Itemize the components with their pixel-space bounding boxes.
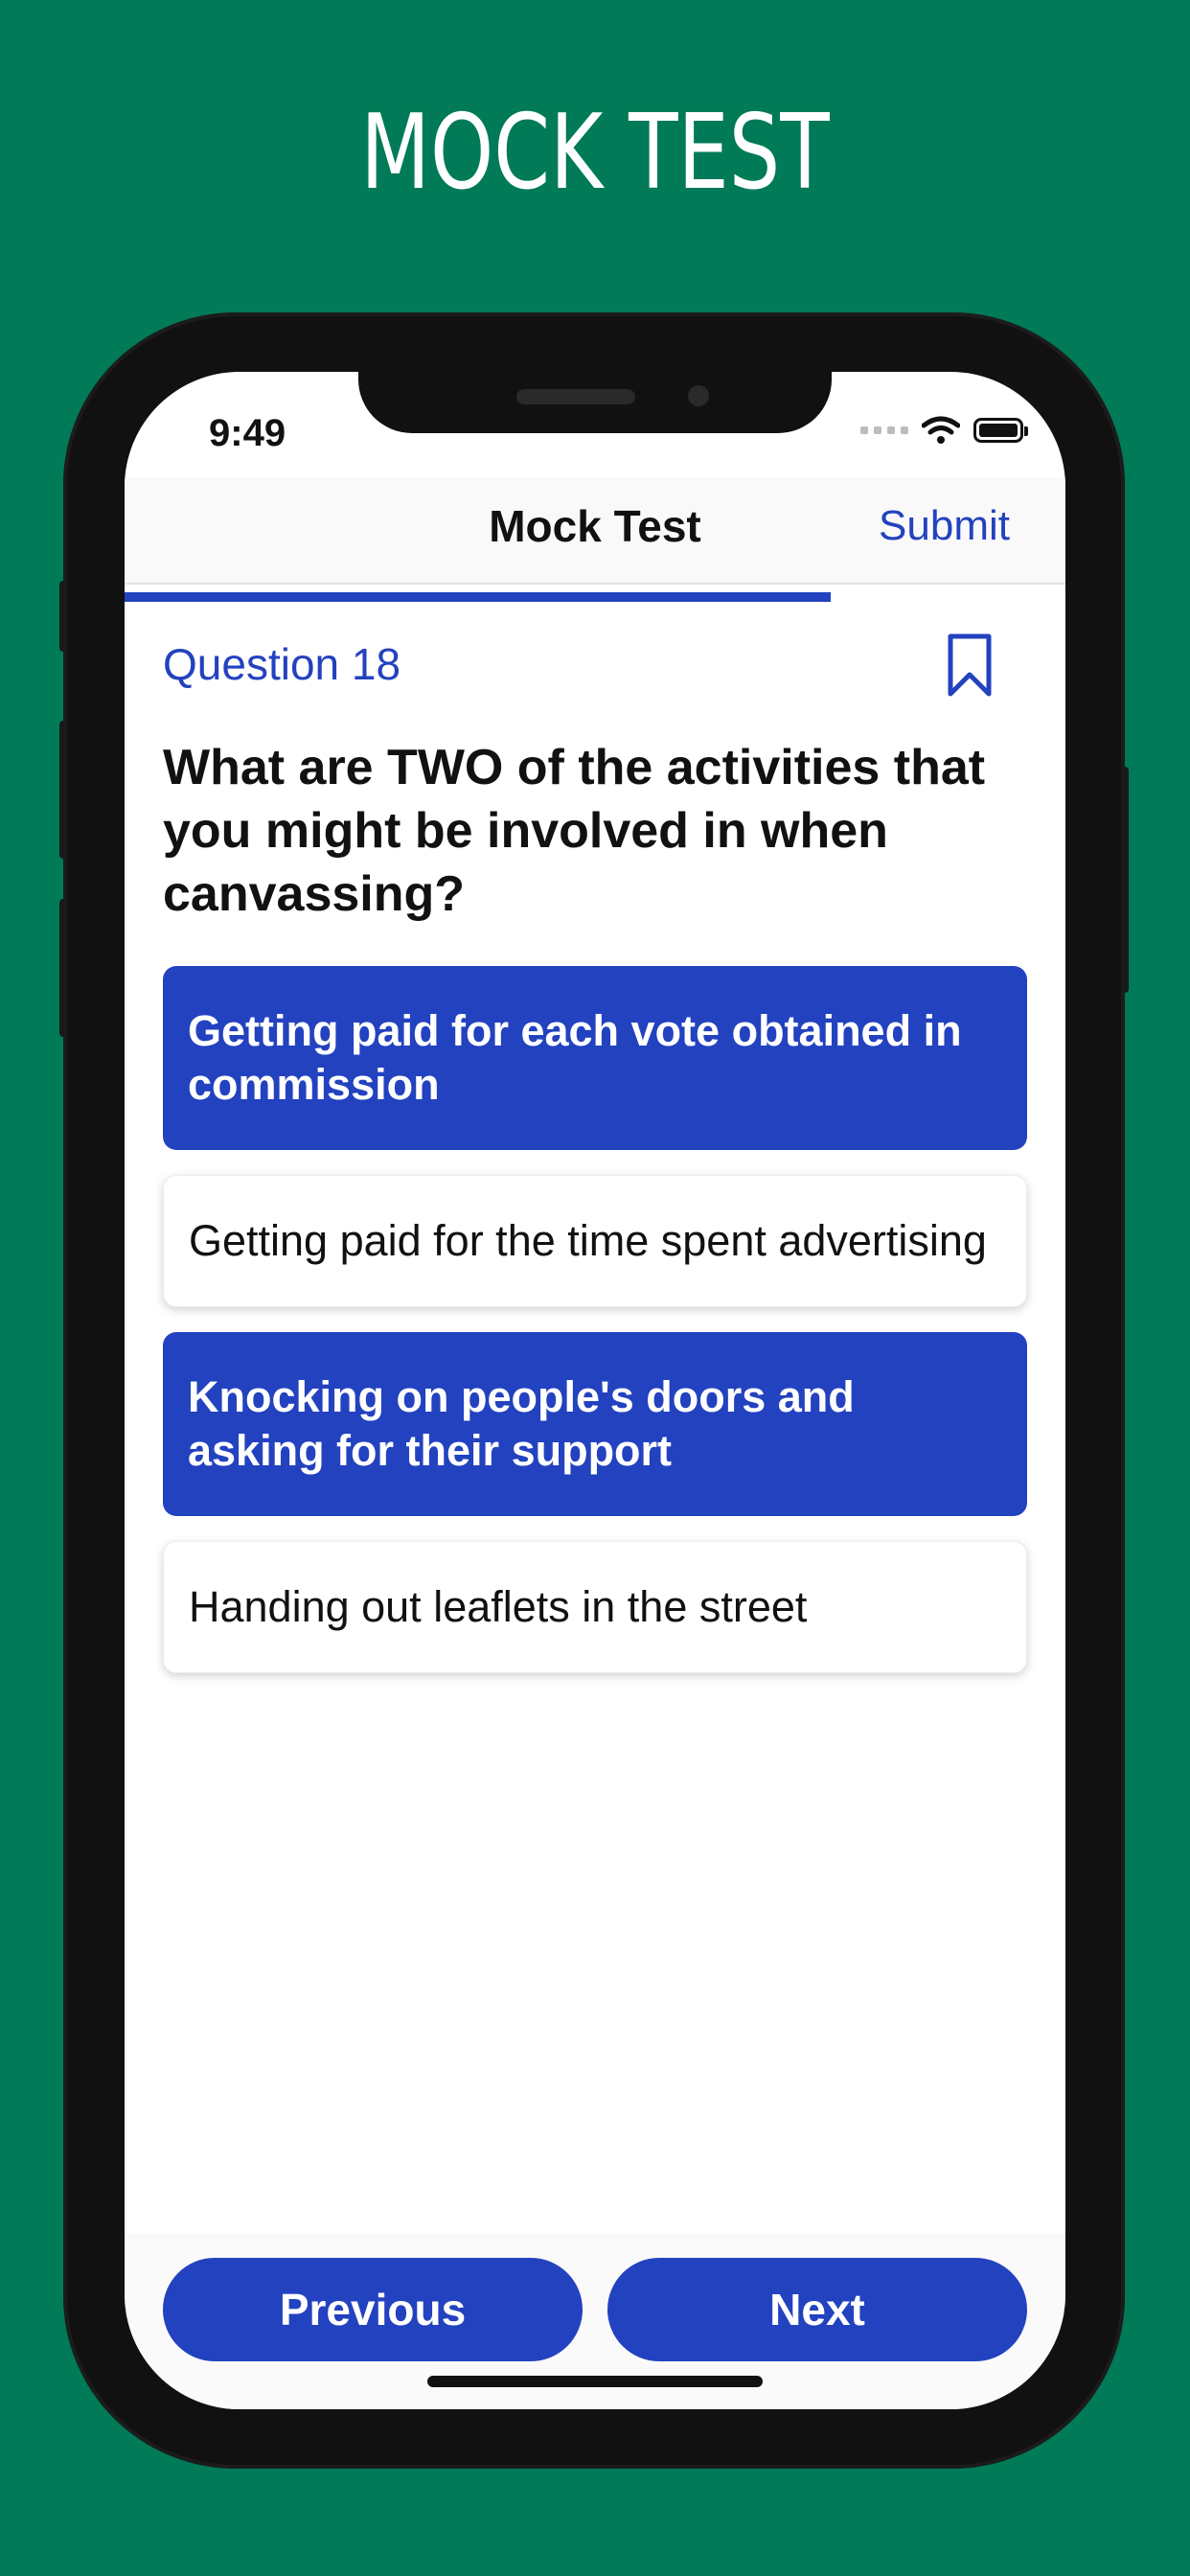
answer-options: Getting paid for each vote obtained in c…	[163, 966, 1027, 1698]
status-icons	[860, 416, 1028, 445]
status-time: 9:49	[209, 412, 286, 454]
answer-option[interactable]: Handing out leaflets in the street	[163, 1541, 1027, 1673]
progress-fill	[125, 592, 831, 602]
front-camera	[688, 385, 709, 406]
mute-switch	[59, 581, 67, 652]
volume-down-button	[59, 899, 67, 1037]
previous-button[interactable]: Previous	[163, 2258, 583, 2361]
wifi-icon	[922, 416, 960, 444]
progress-bar	[125, 592, 1065, 602]
answer-option-text: Handing out leaflets in the street	[189, 1582, 808, 1631]
answer-option-text: Knocking on people's doors and asking fo…	[188, 1372, 855, 1475]
battery-icon	[973, 418, 1028, 443]
volume-up-button	[59, 721, 67, 859]
answer-option[interactable]: Getting paid for each vote obtained in c…	[163, 966, 1027, 1150]
question-number: Question 18	[163, 639, 401, 689]
next-button[interactable]: Next	[607, 2258, 1027, 2361]
answer-option-text: Getting paid for the time spent advertis…	[189, 1216, 987, 1265]
home-indicator	[427, 2376, 763, 2387]
answer-option[interactable]: Getting paid for the time spent advertis…	[163, 1175, 1027, 1307]
signal-icon	[860, 426, 908, 434]
submit-button[interactable]: Submit	[879, 502, 1010, 550]
notch	[358, 372, 832, 433]
power-button	[1121, 767, 1129, 993]
answer-option[interactable]: Knocking on people's doors and asking fo…	[163, 1332, 1027, 1516]
bookmark-icon[interactable]	[945, 632, 995, 700]
app-screen: 9:49 Mock Test Submit Question 18 What a…	[125, 372, 1065, 2409]
banner-title: MOCK TEST	[360, 93, 830, 213]
answer-option-text: Getting paid for each vote obtained in c…	[188, 1006, 962, 1109]
nav-bar: Mock Test Submit	[125, 477, 1065, 585]
question-text: What are TWO of the activities that you …	[163, 740, 986, 922]
speaker	[516, 389, 635, 404]
